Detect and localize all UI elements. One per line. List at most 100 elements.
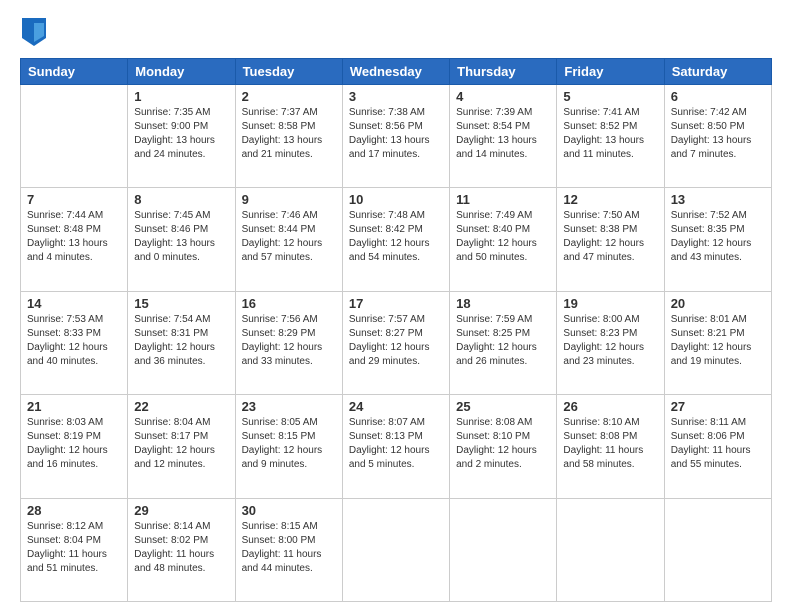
calendar-header-friday: Friday bbox=[557, 59, 664, 85]
day-info: Sunrise: 7:56 AM Sunset: 8:29 PM Dayligh… bbox=[242, 313, 336, 369]
day-info: Sunrise: 7:38 AM Sunset: 8:56 PM Dayligh… bbox=[349, 106, 443, 162]
day-info: Sunrise: 8:14 AM Sunset: 8:02 PM Dayligh… bbox=[134, 520, 228, 576]
day-number: 28 bbox=[27, 503, 121, 518]
day-info: Sunrise: 8:01 AM Sunset: 8:21 PM Dayligh… bbox=[671, 313, 765, 369]
day-info: Sunrise: 8:15 AM Sunset: 8:00 PM Dayligh… bbox=[242, 520, 336, 576]
calendar-cell: 15 Sunrise: 7:54 AM Sunset: 8:31 PM Dayli… bbox=[128, 291, 235, 394]
calendar-cell: 30 Sunrise: 8:15 AM Sunset: 8:00 PM Dayli… bbox=[235, 498, 342, 601]
day-number: 21 bbox=[27, 399, 121, 414]
calendar-header-saturday: Saturday bbox=[664, 59, 771, 85]
day-info: Sunrise: 7:45 AM Sunset: 8:46 PM Dayligh… bbox=[134, 209, 228, 265]
calendar-week-row: 1Sunrise: 7:35 AM Sunset: 9:00 PM Daylig… bbox=[21, 85, 772, 188]
calendar-cell bbox=[450, 498, 557, 601]
calendar-cell: 16Sunrise: 7:56 AM Sunset: 8:29 PM Dayli… bbox=[235, 291, 342, 394]
calendar-cell: 17 Sunrise: 7:57 AM Sunset: 8:27 PM Dayli… bbox=[342, 291, 449, 394]
day-info: Sunrise: 8:00 AM Sunset: 8:23 PM Dayligh… bbox=[563, 313, 657, 369]
day-info: Sunrise: 7:35 AM Sunset: 9:00 PM Dayligh… bbox=[134, 106, 228, 162]
day-info: Sunrise: 7:52 AM Sunset: 8:35 PM Dayligh… bbox=[671, 209, 765, 265]
calendar-cell: 28 Sunrise: 8:12 AM Sunset: 8:04 PM Dayli… bbox=[21, 498, 128, 601]
day-number: 29 bbox=[134, 503, 228, 518]
day-number: 13 bbox=[671, 192, 765, 207]
day-number: 10 bbox=[349, 192, 443, 207]
day-info: Sunrise: 7:57 AM Sunset: 8:27 PM Dayligh… bbox=[349, 313, 443, 369]
calendar-cell: 6 Sunrise: 7:42 AM Sunset: 8:50 PM Daylig… bbox=[664, 85, 771, 188]
calendar-cell: 26 Sunrise: 8:10 AM Sunset: 8:08 PM Dayli… bbox=[557, 395, 664, 498]
day-number: 23 bbox=[242, 399, 336, 414]
calendar-cell: 5 Sunrise: 7:41 AM Sunset: 8:52 PM Daylig… bbox=[557, 85, 664, 188]
calendar-header-monday: Monday bbox=[128, 59, 235, 85]
calendar-cell: 14 Sunrise: 7:53 AM Sunset: 8:33 PM Dayli… bbox=[21, 291, 128, 394]
day-info: Sunrise: 7:50 AM Sunset: 8:38 PM Dayligh… bbox=[563, 209, 657, 265]
calendar-cell: 12 Sunrise: 7:50 AM Sunset: 8:38 PM Dayli… bbox=[557, 188, 664, 291]
calendar-week-row: 14 Sunrise: 7:53 AM Sunset: 8:33 PM Dayli… bbox=[21, 291, 772, 394]
day-number: 17 bbox=[349, 296, 443, 311]
day-number: 19 bbox=[563, 296, 657, 311]
day-number: 12 bbox=[563, 192, 657, 207]
day-info: Sunrise: 7:41 AM Sunset: 8:52 PM Dayligh… bbox=[563, 106, 657, 162]
day-info: Sunrise: 7:49 AM Sunset: 8:40 PM Dayligh… bbox=[456, 209, 550, 265]
calendar-cell: 21 Sunrise: 8:03 AM Sunset: 8:19 PM Dayli… bbox=[21, 395, 128, 498]
day-info: Sunrise: 7:46 AM Sunset: 8:44 PM Dayligh… bbox=[242, 209, 336, 265]
day-info: Sunrise: 8:07 AM Sunset: 8:13 PM Dayligh… bbox=[349, 416, 443, 472]
day-number: 14 bbox=[27, 296, 121, 311]
calendar-cell: 25 Sunrise: 8:08 AM Sunset: 8:10 PM Dayli… bbox=[450, 395, 557, 498]
calendar-cell: 29 Sunrise: 8:14 AM Sunset: 8:02 PM Dayli… bbox=[128, 498, 235, 601]
day-number: 20 bbox=[671, 296, 765, 311]
calendar-cell bbox=[342, 498, 449, 601]
day-number: 22 bbox=[134, 399, 228, 414]
calendar-cell: 9 Sunrise: 7:46 AM Sunset: 8:44 PM Daylig… bbox=[235, 188, 342, 291]
day-info: Sunrise: 8:04 AM Sunset: 8:17 PM Dayligh… bbox=[134, 416, 228, 472]
calendar-header-tuesday: Tuesday bbox=[235, 59, 342, 85]
calendar-cell: 27Sunrise: 8:11 AM Sunset: 8:06 PM Dayli… bbox=[664, 395, 771, 498]
day-number: 27 bbox=[671, 399, 765, 414]
day-info: Sunrise: 8:10 AM Sunset: 8:08 PM Dayligh… bbox=[563, 416, 657, 472]
day-info: Sunrise: 7:39 AM Sunset: 8:54 PM Dayligh… bbox=[456, 106, 550, 162]
calendar-cell bbox=[664, 498, 771, 601]
calendar-cell: 7 Sunrise: 7:44 AM Sunset: 8:48 PM Daylig… bbox=[21, 188, 128, 291]
day-info: Sunrise: 8:12 AM Sunset: 8:04 PM Dayligh… bbox=[27, 520, 121, 576]
day-info: Sunrise: 8:03 AM Sunset: 8:19 PM Dayligh… bbox=[27, 416, 121, 472]
calendar-cell bbox=[21, 85, 128, 188]
calendar-cell: 1Sunrise: 7:35 AM Sunset: 9:00 PM Daylig… bbox=[128, 85, 235, 188]
day-info: Sunrise: 8:08 AM Sunset: 8:10 PM Dayligh… bbox=[456, 416, 550, 472]
calendar-cell: 18Sunrise: 7:59 AM Sunset: 8:25 PM Dayli… bbox=[450, 291, 557, 394]
day-number: 5 bbox=[563, 89, 657, 104]
day-info: Sunrise: 7:59 AM Sunset: 8:25 PM Dayligh… bbox=[456, 313, 550, 369]
calendar-cell: 13 Sunrise: 7:52 AM Sunset: 8:35 PM Dayli… bbox=[664, 188, 771, 291]
calendar-header-wednesday: Wednesday bbox=[342, 59, 449, 85]
calendar-cell: 3 Sunrise: 7:38 AM Sunset: 8:56 PM Daylig… bbox=[342, 85, 449, 188]
calendar-cell: 24 Sunrise: 8:07 AM Sunset: 8:13 PM Dayli… bbox=[342, 395, 449, 498]
day-number: 24 bbox=[349, 399, 443, 414]
calendar-cell bbox=[557, 498, 664, 601]
calendar-cell: 10Sunrise: 7:48 AM Sunset: 8:42 PM Dayli… bbox=[342, 188, 449, 291]
calendar-cell: 20 Sunrise: 8:01 AM Sunset: 8:21 PM Dayli… bbox=[664, 291, 771, 394]
day-number: 15 bbox=[134, 296, 228, 311]
logo-icon bbox=[22, 18, 46, 46]
calendar-cell: 8Sunrise: 7:45 AM Sunset: 8:46 PM Daylig… bbox=[128, 188, 235, 291]
day-number: 30 bbox=[242, 503, 336, 518]
calendar-cell: 11Sunrise: 7:49 AM Sunset: 8:40 PM Dayli… bbox=[450, 188, 557, 291]
day-info: Sunrise: 7:53 AM Sunset: 8:33 PM Dayligh… bbox=[27, 313, 121, 369]
header bbox=[20, 18, 772, 48]
calendar-header-row: SundayMondayTuesdayWednesdayThursdayFrid… bbox=[21, 59, 772, 85]
calendar-cell: 22 Sunrise: 8:04 AM Sunset: 8:17 PM Dayli… bbox=[128, 395, 235, 498]
day-number: 9 bbox=[242, 192, 336, 207]
day-info: Sunrise: 7:42 AM Sunset: 8:50 PM Dayligh… bbox=[671, 106, 765, 162]
day-number: 25 bbox=[456, 399, 550, 414]
calendar-header-thursday: Thursday bbox=[450, 59, 557, 85]
day-number: 26 bbox=[563, 399, 657, 414]
day-number: 6 bbox=[671, 89, 765, 104]
calendar-cell: 2Sunrise: 7:37 AM Sunset: 8:58 PM Daylig… bbox=[235, 85, 342, 188]
day-number: 3 bbox=[349, 89, 443, 104]
day-number: 2 bbox=[242, 89, 336, 104]
calendar-table: SundayMondayTuesdayWednesdayThursdayFrid… bbox=[20, 58, 772, 602]
logo bbox=[20, 18, 46, 48]
calendar-header-sunday: Sunday bbox=[21, 59, 128, 85]
day-info: Sunrise: 7:44 AM Sunset: 8:48 PM Dayligh… bbox=[27, 209, 121, 265]
day-info: Sunrise: 8:05 AM Sunset: 8:15 PM Dayligh… bbox=[242, 416, 336, 472]
calendar-cell: 23 Sunrise: 8:05 AM Sunset: 8:15 PM Dayli… bbox=[235, 395, 342, 498]
day-info: Sunrise: 7:54 AM Sunset: 8:31 PM Dayligh… bbox=[134, 313, 228, 369]
page: SundayMondayTuesdayWednesdayThursdayFrid… bbox=[0, 0, 792, 612]
calendar-week-row: 28 Sunrise: 8:12 AM Sunset: 8:04 PM Dayli… bbox=[21, 498, 772, 601]
day-number: 7 bbox=[27, 192, 121, 207]
